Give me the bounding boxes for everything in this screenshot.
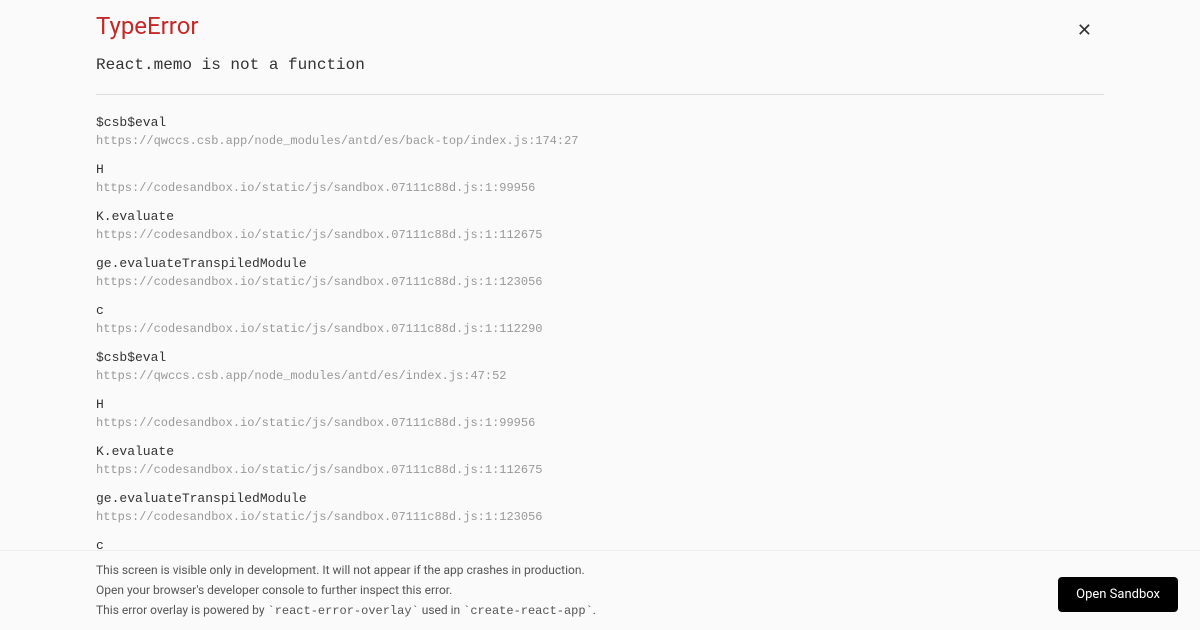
frame-function: $csb$eval — [96, 115, 1104, 130]
frame-location: https://codesandbox.io/static/js/sandbox… — [96, 510, 1104, 524]
footer-pkg2: `create-react-app` — [463, 604, 593, 618]
footer-suffix: . — [593, 603, 596, 617]
footer-mid: used in — [419, 603, 463, 617]
stack-frame[interactable]: H https://codesandbox.io/static/js/sandb… — [96, 397, 1104, 430]
frame-function: c — [96, 303, 1104, 318]
frame-function: H — [96, 397, 1104, 412]
stack-frame[interactable]: K.evaluate https://codesandbox.io/static… — [96, 209, 1104, 242]
stack-frame[interactable]: H https://codesandbox.io/static/js/sandb… — [96, 162, 1104, 195]
frame-function: H — [96, 162, 1104, 177]
frame-function: ge.evaluateTranspiledModule — [96, 491, 1104, 506]
footer: This screen is visible only in developme… — [0, 550, 1200, 630]
frame-function: K.evaluate — [96, 444, 1104, 459]
footer-pkg1: `react-error-overlay` — [268, 604, 419, 618]
open-sandbox-button[interactable]: Open Sandbox — [1058, 577, 1178, 612]
stack-frame[interactable]: ge.evaluateTranspiledModule https://code… — [96, 256, 1104, 289]
frame-location: https://qwccs.csb.app/node_modules/antd/… — [96, 134, 1104, 148]
close-icon[interactable]: ✕ — [1077, 20, 1092, 41]
footer-console-note: Open your browser's developer console to… — [96, 581, 1104, 599]
frame-location: https://codesandbox.io/static/js/sandbox… — [96, 416, 1104, 430]
frame-location: https://codesandbox.io/static/js/sandbox… — [96, 322, 1104, 336]
frame-function: $csb$eval — [96, 350, 1104, 365]
stack-frame[interactable]: ge.evaluateTranspiledModule https://code… — [96, 491, 1104, 524]
frame-location: https://codesandbox.io/static/js/sandbox… — [96, 463, 1104, 477]
stack-frame[interactable]: K.evaluate https://codesandbox.io/static… — [96, 444, 1104, 477]
frame-location: https://qwccs.csb.app/node_modules/antd/… — [96, 369, 1104, 383]
divider — [96, 94, 1104, 95]
error-message: React.memo is not a function — [96, 56, 1104, 74]
footer-dev-note: This screen is visible only in developme… — [96, 561, 1104, 579]
frame-function: ge.evaluateTranspiledModule — [96, 256, 1104, 271]
frame-location: https://codesandbox.io/static/js/sandbox… — [96, 181, 1104, 195]
stack-trace: $csb$eval https://qwccs.csb.app/node_mod… — [96, 115, 1104, 555]
stack-frame[interactable]: c https://codesandbox.io/static/js/sandb… — [96, 303, 1104, 336]
stack-frame[interactable]: $csb$eval https://qwccs.csb.app/node_mod… — [96, 350, 1104, 383]
frame-function: K.evaluate — [96, 209, 1104, 224]
frame-location: https://codesandbox.io/static/js/sandbox… — [96, 228, 1104, 242]
footer-powered-by: This error overlay is powered by `react-… — [96, 601, 1104, 620]
stack-frame[interactable]: $csb$eval https://qwccs.csb.app/node_mod… — [96, 115, 1104, 148]
footer-prefix: This error overlay is powered by — [96, 603, 268, 617]
frame-location: https://codesandbox.io/static/js/sandbox… — [96, 275, 1104, 289]
error-title: TypeError — [96, 12, 1104, 40]
